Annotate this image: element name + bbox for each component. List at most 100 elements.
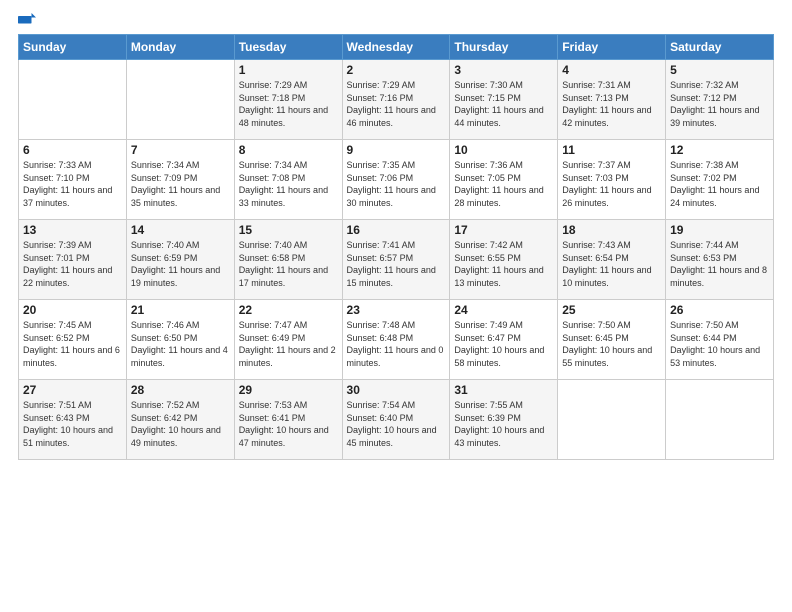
sunset-text: Sunset: 6:58 PM <box>239 252 338 265</box>
day-number: 8 <box>239 143 338 157</box>
sunset-text: Sunset: 6:40 PM <box>347 412 446 425</box>
day-number: 20 <box>23 303 122 317</box>
sunset-text: Sunset: 6:49 PM <box>239 332 338 345</box>
daylight-text: Daylight: 10 hours and 55 minutes. <box>562 344 661 369</box>
sunset-text: Sunset: 6:52 PM <box>23 332 122 345</box>
calendar-cell <box>558 380 666 460</box>
calendar-cell: 23Sunrise: 7:48 AMSunset: 6:48 PMDayligh… <box>342 300 450 380</box>
day-number: 25 <box>562 303 661 317</box>
sunset-text: Sunset: 7:10 PM <box>23 172 122 185</box>
sunrise-text: Sunrise: 7:33 AM <box>23 159 122 172</box>
day-info: Sunrise: 7:51 AMSunset: 6:43 PMDaylight:… <box>23 399 122 449</box>
day-number: 9 <box>347 143 446 157</box>
day-number: 15 <box>239 223 338 237</box>
sunrise-text: Sunrise: 7:35 AM <box>347 159 446 172</box>
day-info: Sunrise: 7:52 AMSunset: 6:42 PMDaylight:… <box>131 399 230 449</box>
day-number: 12 <box>670 143 769 157</box>
calendar-cell: 2Sunrise: 7:29 AMSunset: 7:16 PMDaylight… <box>342 60 450 140</box>
day-number: 17 <box>454 223 553 237</box>
sunrise-text: Sunrise: 7:52 AM <box>131 399 230 412</box>
sunset-text: Sunset: 7:08 PM <box>239 172 338 185</box>
calendar-cell: 11 Sunrise: 7:37 AMSunset: 7:03 PMDayligh… <box>558 140 666 220</box>
daylight-text: Daylight: 11 hours and 28 minutes. <box>454 184 553 209</box>
day-info: Sunrise: 7:29 AMSunset: 7:16 PMDaylight:… <box>347 79 446 129</box>
day-info: Sunrise: 7:42 AMSunset: 6:55 PMDaylight:… <box>454 239 553 289</box>
day-number: 23 <box>347 303 446 317</box>
sunset-text: Sunset: 7:18 PM <box>239 92 338 105</box>
daylight-text: Daylight: 11 hours and 13 minutes. <box>454 264 553 289</box>
week-row-3: 13Sunrise: 7:39 AMSunset: 7:01 PMDayligh… <box>19 220 774 300</box>
sunrise-text: Sunrise: 7:50 AM <box>562 319 661 332</box>
day-number: 16 <box>347 223 446 237</box>
calendar-cell: 29Sunrise: 7:53 AMSunset: 6:41 PMDayligh… <box>234 380 342 460</box>
calendar-cell: 10Sunrise: 7:36 AMSunset: 7:05 PMDayligh… <box>450 140 558 220</box>
sunrise-text: Sunrise: 7:29 AM <box>347 79 446 92</box>
sunset-text: Sunset: 6:55 PM <box>454 252 553 265</box>
calendar-cell: 16 Sunrise: 7:41 AMSunset: 6:57 PMDayligh… <box>342 220 450 300</box>
day-info: Sunrise: 7:43 AMSunset: 6:54 PMDaylight:… <box>562 239 661 289</box>
day-info: Sunrise: 7:29 AMSunset: 7:18 PMDaylight:… <box>239 79 338 129</box>
calendar-cell: 30Sunrise: 7:54 AMSunset: 6:40 PMDayligh… <box>342 380 450 460</box>
sunrise-text: Sunrise: 7:55 AM <box>454 399 553 412</box>
sunrise-text: Sunrise: 7:45 AM <box>23 319 122 332</box>
calendar-cell: 31Sunrise: 7:55 AMSunset: 6:39 PMDayligh… <box>450 380 558 460</box>
daylight-text: Daylight: 11 hours and 19 minutes. <box>131 264 230 289</box>
day-info: Sunrise: 7:34 AMSunset: 7:09 PMDaylight:… <box>131 159 230 209</box>
daylight-text: Daylight: 11 hours and 10 minutes. <box>562 264 661 289</box>
sunrise-text: Sunrise: 7:36 AM <box>454 159 553 172</box>
sunset-text: Sunset: 6:59 PM <box>131 252 230 265</box>
weekday-header-tuesday: Tuesday <box>234 35 342 60</box>
header <box>0 0 792 34</box>
daylight-text: Daylight: 11 hours and 42 minutes. <box>562 104 661 129</box>
calendar-cell <box>126 60 234 140</box>
page: SundayMondayTuesdayWednesdayThursdayFrid… <box>0 0 792 612</box>
day-info: Sunrise: 7:32 AMSunset: 7:12 PMDaylight:… <box>670 79 769 129</box>
daylight-text: Daylight: 10 hours and 43 minutes. <box>454 424 553 449</box>
calendar-cell: 21Sunrise: 7:46 AMSunset: 6:50 PMDayligh… <box>126 300 234 380</box>
day-number: 26 <box>670 303 769 317</box>
sunset-text: Sunset: 7:15 PM <box>454 92 553 105</box>
day-number: 30 <box>347 383 446 397</box>
sunset-text: Sunset: 7:01 PM <box>23 252 122 265</box>
daylight-text: Daylight: 11 hours and 2 minutes. <box>239 344 338 369</box>
calendar-cell: 13Sunrise: 7:39 AMSunset: 7:01 PMDayligh… <box>19 220 127 300</box>
day-info: Sunrise: 7:50 AMSunset: 6:44 PMDaylight:… <box>670 319 769 369</box>
sunrise-text: Sunrise: 7:43 AM <box>562 239 661 252</box>
day-info: Sunrise: 7:50 AMSunset: 6:45 PMDaylight:… <box>562 319 661 369</box>
day-info: Sunrise: 7:37 AMSunset: 7:03 PMDaylight:… <box>562 159 661 209</box>
daylight-text: Daylight: 10 hours and 51 minutes. <box>23 424 122 449</box>
sunset-text: Sunset: 7:05 PM <box>454 172 553 185</box>
week-row-2: 6Sunrise: 7:33 AMSunset: 7:10 PMDaylight… <box>19 140 774 220</box>
calendar-cell: 6Sunrise: 7:33 AMSunset: 7:10 PMDaylight… <box>19 140 127 220</box>
day-number: 1 <box>239 63 338 77</box>
daylight-text: Daylight: 11 hours and 24 minutes. <box>670 184 769 209</box>
day-number: 19 <box>670 223 769 237</box>
calendar-cell: 20 Sunrise: 7:45 AMSunset: 6:52 PMDayligh… <box>19 300 127 380</box>
sunrise-text: Sunrise: 7:39 AM <box>23 239 122 252</box>
day-info: Sunrise: 7:40 AMSunset: 6:58 PMDaylight:… <box>239 239 338 289</box>
daylight-text: Daylight: 10 hours and 49 minutes. <box>131 424 230 449</box>
calendar-cell: 14Sunrise: 7:40 AMSunset: 6:59 PMDayligh… <box>126 220 234 300</box>
calendar-cell: 9Sunrise: 7:35 AMSunset: 7:06 PMDaylight… <box>342 140 450 220</box>
day-number: 11 <box>562 143 661 157</box>
sunrise-text: Sunrise: 7:51 AM <box>23 399 122 412</box>
day-info: Sunrise: 7:41 AMSunset: 6:57 PMDaylight:… <box>347 239 446 289</box>
sunrise-text: Sunrise: 7:41 AM <box>347 239 446 252</box>
sunset-text: Sunset: 7:12 PM <box>670 92 769 105</box>
sunrise-text: Sunrise: 7:34 AM <box>131 159 230 172</box>
day-number: 5 <box>670 63 769 77</box>
sunrise-text: Sunrise: 7:34 AM <box>239 159 338 172</box>
daylight-text: Daylight: 11 hours and 0 minutes. <box>347 344 446 369</box>
day-number: 21 <box>131 303 230 317</box>
daylight-text: Daylight: 11 hours and 4 minutes. <box>131 344 230 369</box>
daylight-text: Daylight: 11 hours and 26 minutes. <box>562 184 661 209</box>
day-info: Sunrise: 7:55 AMSunset: 6:39 PMDaylight:… <box>454 399 553 449</box>
day-number: 14 <box>131 223 230 237</box>
calendar-cell: 8 Sunrise: 7:34 AMSunset: 7:08 PMDaylight… <box>234 140 342 220</box>
day-number: 27 <box>23 383 122 397</box>
day-info: Sunrise: 7:44 AMSunset: 6:53 PMDaylight:… <box>670 239 769 289</box>
sunrise-text: Sunrise: 7:54 AM <box>347 399 446 412</box>
day-info: Sunrise: 7:45 AMSunset: 6:52 PMDaylight:… <box>23 319 122 369</box>
daylight-text: Daylight: 11 hours and 33 minutes. <box>239 184 338 209</box>
sunset-text: Sunset: 7:16 PM <box>347 92 446 105</box>
